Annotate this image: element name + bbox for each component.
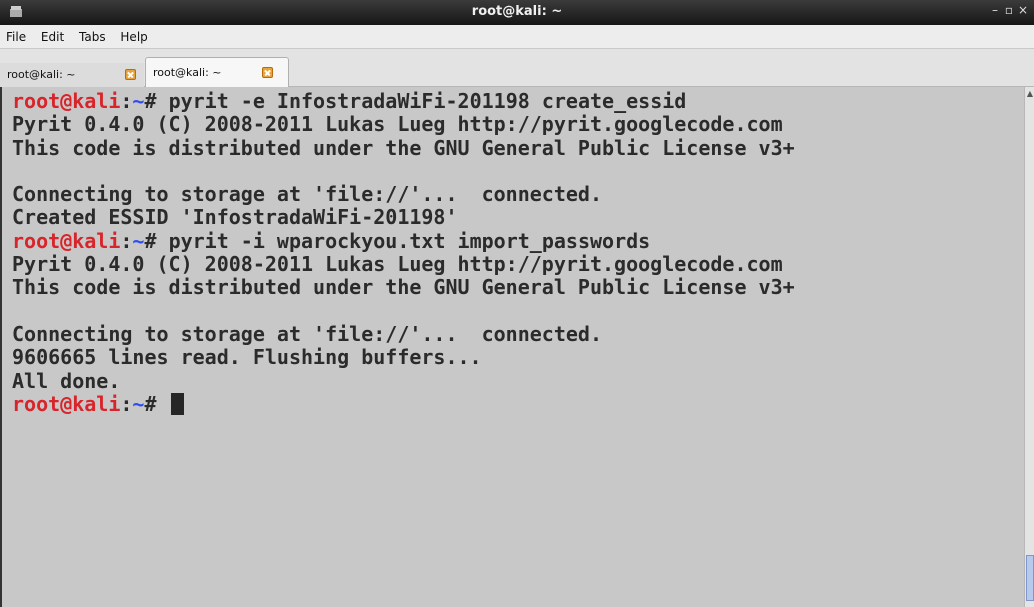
terminal-cursor [170, 392, 184, 415]
prompt-symbol: # [144, 89, 169, 113]
prompt-user: root@kali [12, 89, 121, 113]
command-text: pyrit -e InfostradaWiFi-201198 create_es… [168, 89, 687, 113]
tab-close-icon[interactable] [125, 69, 136, 80]
window-title: root@kali: ~ [471, 4, 563, 19]
scrollbar-thumb[interactable] [1026, 555, 1034, 601]
tab-bar: root@kali: ~ root@kali: ~ [0, 49, 1034, 87]
prompt-user: root@kali [12, 228, 121, 253]
prompt-user: root@kali [12, 391, 121, 416]
prompt-symbol: # [144, 391, 169, 416]
close-icon[interactable]: × [1016, 3, 1030, 17]
tab-label: root@kali: ~ [153, 66, 222, 79]
terminal-scrollbar[interactable]: ▲ [1024, 87, 1034, 607]
command-output: Pyrit 0.4.0 (C) 2008-2011 Lukas Lueg htt… [12, 112, 795, 230]
menu-tabs[interactable]: Tabs [73, 25, 111, 44]
prompt-separator: : [120, 89, 133, 113]
prompt-symbol: # [144, 228, 169, 253]
minimize-icon[interactable]: – [988, 3, 1002, 17]
command-output: Pyrit 0.4.0 (C) 2008-2011 Lukas Lueg htt… [12, 252, 795, 393]
prompt-path: ~ [132, 89, 145, 113]
menu-help[interactable]: Help [114, 25, 152, 44]
scroll-up-icon[interactable]: ▲ [1026, 89, 1034, 99]
prompt-separator: : [120, 391, 133, 416]
command-text: pyrit -i wparockyou.txt import_passwords [168, 228, 651, 253]
prompt-path: ~ [132, 391, 145, 416]
prompt-path: ~ [132, 228, 145, 253]
menu-edit[interactable]: Edit [35, 25, 69, 44]
window-controls: – ▫ × [988, 3, 1030, 17]
restore-icon[interactable]: ▫ [1002, 3, 1016, 17]
tab-close-icon[interactable] [262, 67, 273, 78]
tab-label: root@kali: ~ [7, 68, 76, 81]
window-titlebar[interactable]: root@kali: ~ – ▫ × [0, 0, 1034, 25]
terminal-output[interactable]: root@kali:~# pyrit -e InfostradaWiFi-201… [0, 87, 1024, 607]
tab-terminal-2[interactable]: root@kali: ~ [145, 57, 289, 87]
tab-terminal-1[interactable]: root@kali: ~ [0, 63, 144, 87]
menu-bar: File Edit Tabs Help [0, 25, 1034, 49]
prompt-separator: : [120, 228, 133, 253]
menu-file[interactable]: File [0, 25, 31, 44]
